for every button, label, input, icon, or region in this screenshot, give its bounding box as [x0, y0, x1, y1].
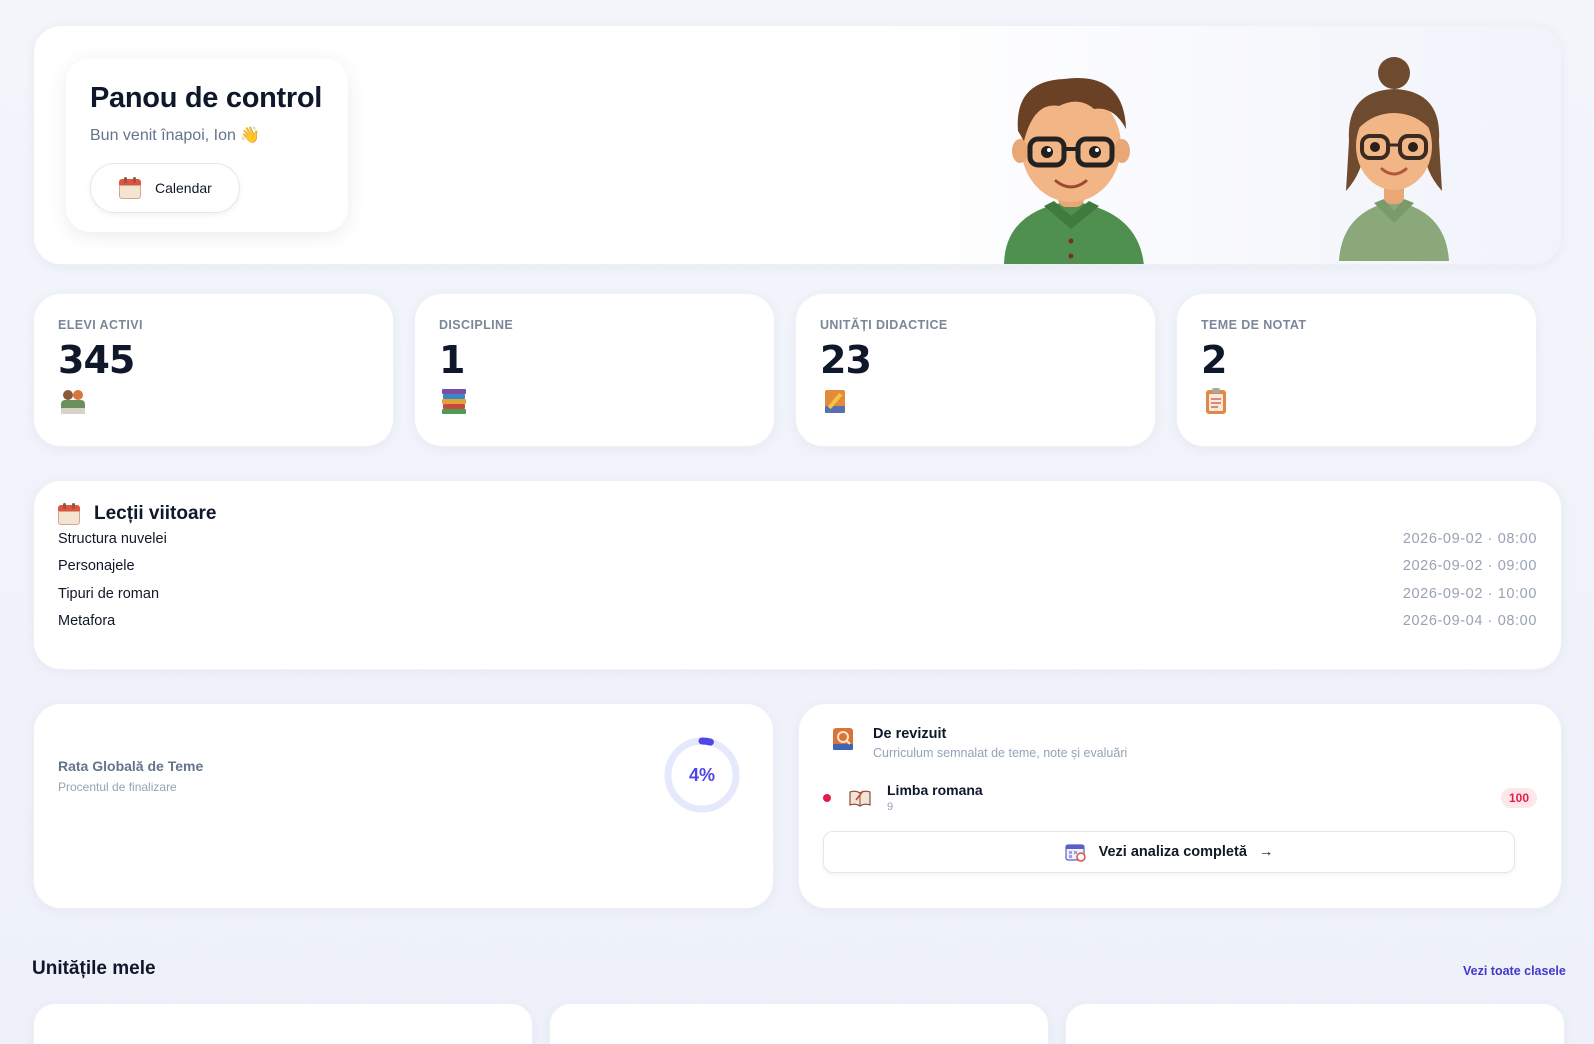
stat-value: 345 — [58, 338, 135, 382]
clipboard-icon — [1206, 388, 1226, 414]
arrow-right-icon: → — [1258, 844, 1274, 860]
stat-card-homework-to-grade: TEME DE NOTAT 2 — [1176, 293, 1537, 447]
calendar-icon — [119, 177, 141, 199]
book-search-icon — [833, 728, 853, 750]
lesson-row[interactable]: Structura nuvelei 2026-09-02 · 08:00 — [58, 525, 1537, 553]
stat-label: TEME DE NOTAT — [1201, 318, 1307, 332]
homework-rate-subtitle: Procentul de finalizare — [58, 780, 177, 794]
lesson-name: Metafora — [58, 613, 116, 630]
to-review-header: De revizuit Curriculum semnalat de teme,… — [831, 726, 1537, 760]
lesson-name: Personajele — [58, 558, 135, 575]
stat-label: UNITĂȚI DIDACTICE — [820, 318, 948, 332]
page-title: Panou de control — [90, 82, 323, 114]
books-stack-icon — [442, 389, 466, 414]
full-analysis-button[interactable]: Vezi analiza completă → — [823, 831, 1515, 873]
lesson-time: 2026-09-02 · 09:00 — [1402, 558, 1537, 575]
stat-value: 23 — [820, 338, 872, 382]
stat-label: DISCIPLINE — [439, 318, 514, 332]
to-review-card: De revizuit Curriculum semnalat de teme,… — [798, 703, 1562, 909]
review-item[interactable]: Limba romana 9 100 — [823, 782, 1537, 813]
unit-card[interactable] — [549, 1003, 1049, 1044]
to-review-title: De revizuit — [873, 726, 947, 742]
to-review-subtitle: Curriculum semnalat de teme, note și eva… — [873, 746, 1128, 760]
lesson-time: 2026-09-02 · 10:00 — [1402, 585, 1537, 602]
lesson-row[interactable]: Personajele 2026-09-02 · 09:00 — [58, 553, 1537, 581]
upcoming-lessons-header: Lecții viitoare — [58, 503, 1537, 525]
stat-card-disciplines: DISCIPLINE 1 — [414, 293, 775, 447]
calendar-button-label: Calendar — [155, 180, 212, 196]
teacher-man-avatar — [1004, 78, 1144, 264]
alert-dot — [823, 793, 831, 802]
review-item-name: Limba romana — [887, 782, 983, 798]
my-units-title: Unitățile mele — [32, 958, 156, 979]
stat-label: ELEVI ACTIVI — [58, 318, 143, 332]
lesson-time: 2026-09-04 · 08:00 — [1402, 613, 1537, 630]
stat-card-didactic-units: UNITĂȚI DIDACTICE 23 — [795, 293, 1156, 447]
stat-value: 1 — [439, 338, 465, 382]
lesson-name: Structura nuvelei — [58, 530, 167, 547]
unit-card[interactable] — [33, 1003, 533, 1044]
homework-rate-title: Rata Globală de Teme — [58, 758, 204, 774]
lesson-name: Tipuri de roman — [58, 585, 160, 602]
review-item-meta: 9 — [887, 801, 894, 813]
calendar-icon — [58, 503, 80, 525]
view-all-classes-link[interactable]: Vezi toate clasele — [1463, 964, 1566, 978]
open-book-icon — [849, 790, 871, 807]
hero-welcome-box: Panou de control Bun venit înapoi, Ion 👋… — [66, 58, 348, 232]
full-analysis-label: Vezi analiza completă — [1098, 844, 1247, 860]
lesson-row[interactable]: Tipuri de roman 2026-09-02 · 10:00 — [58, 580, 1537, 608]
lesson-row[interactable]: Metafora 2026-09-04 · 08:00 — [58, 608, 1537, 636]
upcoming-lessons-title: Lecții viitoare — [94, 503, 217, 524]
book-pencil-icon — [825, 390, 845, 413]
teacher-woman-avatar — [1339, 57, 1449, 261]
homework-rate-card: Rata Globală de Teme Procentul de finali… — [33, 703, 774, 909]
calendar-button[interactable]: Calendar — [90, 163, 240, 213]
stat-card-active-students: ELEVI ACTIVI 345 — [33, 293, 394, 447]
completion-percent: 4% — [688, 764, 715, 785]
review-count-badge: 100 — [1500, 787, 1537, 808]
stat-value: 2 — [1201, 338, 1227, 382]
analysis-calendar-icon — [1064, 844, 1086, 862]
students-icon — [61, 390, 85, 414]
upcoming-lessons-card: Lecții viitoare Structura nuvelei 2026-0… — [33, 480, 1562, 670]
hero-banner: Panou de control Bun venit înapoi, Ion 👋… — [33, 25, 1562, 265]
unit-card[interactable] — [1065, 1003, 1565, 1044]
lesson-time: 2026-09-02 · 08:00 — [1402, 530, 1537, 547]
welcome-subtitle: Bun venit înapoi, Ion 👋 — [90, 127, 261, 144]
